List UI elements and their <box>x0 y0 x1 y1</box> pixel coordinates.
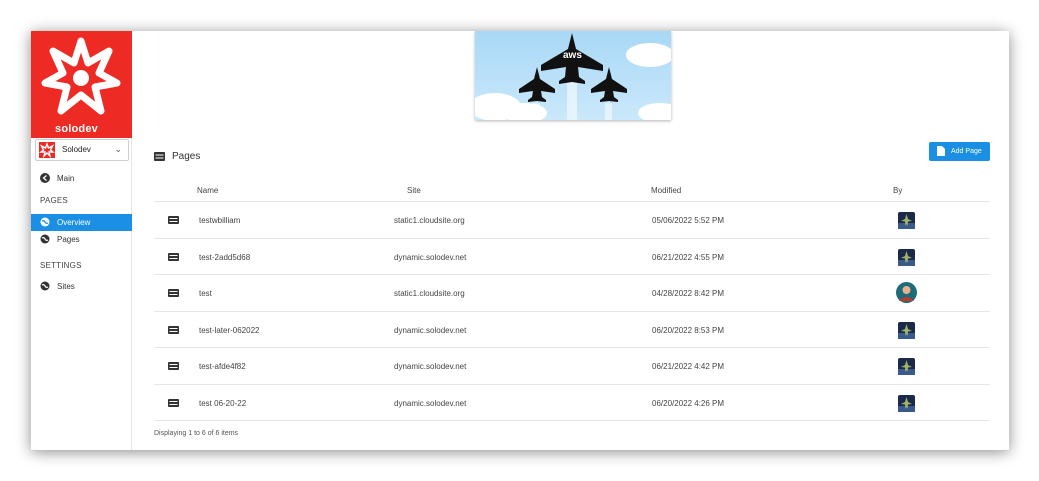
globe-icon <box>40 281 50 291</box>
row-name[interactable]: test-later-062022 <box>199 326 259 335</box>
nav-pages-label: Pages <box>57 235 80 244</box>
page-title-text: Pages <box>172 151 201 162</box>
page-row-icon <box>168 252 179 261</box>
page-row-icon <box>168 289 179 297</box>
column-modified[interactable]: Modified <box>651 186 681 195</box>
row-site: static1.cloudsite.org <box>394 289 465 298</box>
row-name[interactable]: test-afde4f82 <box>199 362 246 371</box>
nav-main-label: Main <box>57 174 75 183</box>
row-site: dynamic.solodev.net <box>394 252 467 262</box>
solodev-star-icon <box>41 37 121 115</box>
add-page-label: Add Page <box>951 148 982 155</box>
avatar <box>898 248 915 266</box>
nav-overview[interactable]: Overview <box>31 214 132 231</box>
brand-name: solodev <box>55 123 98 135</box>
row-modified: 05/06/2022 5:52 PM <box>652 216 725 225</box>
avatar <box>898 321 915 339</box>
table-row[interactable]: testwbilliam static1.cloudsite.org 05/06… <box>154 202 990 239</box>
nav-sites[interactable]: Sites <box>31 278 132 295</box>
add-page-button[interactable]: Add Page <box>929 142 990 161</box>
row-site: dynamic.solodev.net <box>394 398 467 408</box>
site-logo-icon <box>39 142 55 159</box>
site-select-value: Solodev <box>62 145 91 154</box>
pagination-info: Displaying 1 to 6 of 6 items <box>154 430 239 437</box>
arrow-left-circle-icon <box>40 173 50 183</box>
site-select[interactable]: Solodev ⌄ <box>35 139 129 161</box>
table-header: Name Site Modified By <box>154 181 990 202</box>
row-name[interactable]: testwbilliam <box>199 216 240 225</box>
table-row[interactable]: test 06-20-22 dynamic.solodev.net 06/20/… <box>154 385 990 421</box>
page-row-icon <box>168 362 179 370</box>
row-name[interactable]: test 06-20-22 <box>199 399 246 408</box>
table-row[interactable]: test static1.cloudsite.org 04/28/2022 8:… <box>154 275 990 312</box>
column-by[interactable]: By <box>893 186 902 195</box>
aws-logo-text: aws <box>563 50 582 61</box>
avatar <box>896 282 917 303</box>
row-name[interactable]: test-2add5d68 <box>199 253 250 262</box>
avatar <box>898 358 915 375</box>
chevron-down-icon: ⌄ <box>114 144 122 154</box>
table-row[interactable]: test-later-062022 dynamic.solodev.net 06… <box>154 312 990 348</box>
nav-pages[interactable]: Pages <box>31 231 132 248</box>
nav-main[interactable]: Main <box>31 170 132 187</box>
page-row-icon <box>168 398 179 407</box>
row-site: dynamic.solodev.net <box>394 362 467 371</box>
row-site: static1.cloudsite.org <box>394 216 465 225</box>
list-icon <box>154 152 165 161</box>
settings-section-heading: SETTINGS <box>40 261 82 270</box>
app-window: solodev Solodev ⌄ Main PAGES Overview Pa… <box>31 31 1009 450</box>
table-row[interactable]: test-afde4f82 dynamic.solodev.net 06/21/… <box>154 348 990 385</box>
row-name[interactable]: test <box>199 289 212 298</box>
row-modified: 06/20/2022 8:53 PM <box>652 325 725 335</box>
row-modified: 06/20/2022 4:26 PM <box>652 398 725 408</box>
page-row-icon <box>168 325 179 334</box>
nav-overview-label: Overview <box>57 218 91 227</box>
column-name[interactable]: Name <box>197 186 218 195</box>
globe-icon <box>40 217 50 227</box>
column-site[interactable]: Site <box>407 186 421 195</box>
sidebar: solodev Solodev ⌄ Main PAGES Overview Pa… <box>31 31 132 450</box>
row-modified: 04/28/2022 8:42 PM <box>652 289 725 298</box>
solodev-logo[interactable]: solodev <box>31 31 132 138</box>
nav-sites-label: Sites <box>57 282 75 291</box>
file-icon <box>937 146 945 156</box>
pages-table: Name Site Modified By testwbilliam stati… <box>154 181 990 421</box>
table-row[interactable]: test-2add5d68 dynamic.solodev.net 06/21/… <box>154 239 990 275</box>
globe-icon <box>40 234 50 244</box>
page-row-icon <box>168 216 179 224</box>
site-banner-image: aws <box>475 31 671 120</box>
row-modified: 06/21/2022 4:42 PM <box>652 362 725 371</box>
row-site: dynamic.solodev.net <box>394 325 467 335</box>
row-modified: 06/21/2022 4:55 PM <box>652 252 725 262</box>
pages-section-heading: PAGES <box>40 196 68 205</box>
avatar <box>898 212 915 229</box>
avatar <box>898 394 915 412</box>
